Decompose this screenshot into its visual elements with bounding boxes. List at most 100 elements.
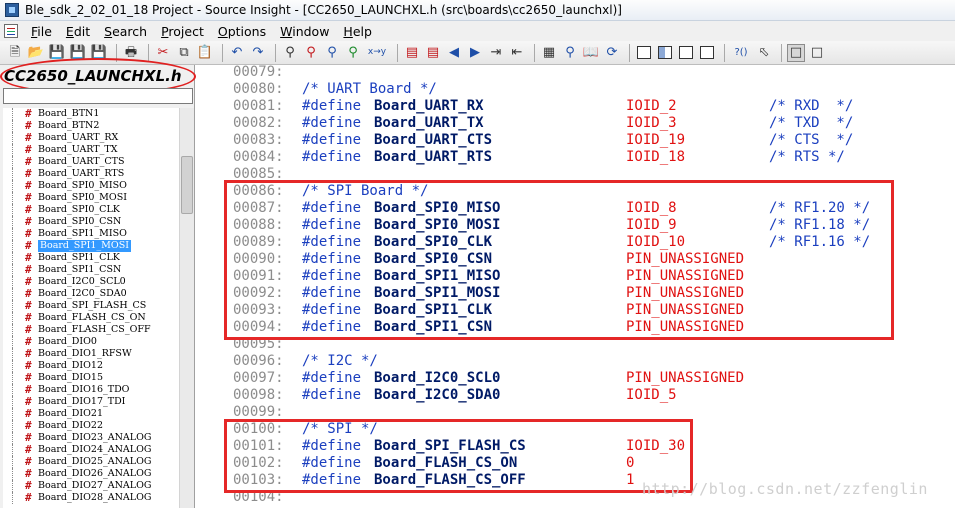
line-number: 00079: <box>233 65 284 80</box>
relation-window-icon[interactable]: ⚲ <box>561 44 579 62</box>
code-line[interactable]: 00096: /* I2C */ <box>197 353 955 370</box>
copy-icon[interactable]: ⧉ <box>175 44 193 62</box>
symbol-list-scrollbar[interactable] <box>179 108 194 508</box>
macro-name: Board_UART_RX <box>374 98 484 114</box>
lookup-references-icon[interactable]: ⚲ <box>344 44 362 62</box>
search-files-icon[interactable]: ⚲ <box>302 44 320 62</box>
symbol-label: Board_SPI0_MOSI <box>38 192 127 203</box>
undo-icon[interactable]: ↶ <box>228 44 246 62</box>
symbol-label: Board_SPI0_CLK <box>38 204 120 215</box>
symbol-label: Board_SPI0_CSN <box>38 216 122 227</box>
back-icon[interactable]: ◀ <box>445 44 463 62</box>
macro-value: IOID_5 <box>626 387 677 403</box>
scrollbar-thumb[interactable] <box>181 156 193 214</box>
symbol-label: Board_BTN1 <box>38 108 100 119</box>
symbol-search-input[interactable] <box>3 88 193 104</box>
cursor-icon[interactable]: ⬁ <box>755 44 773 62</box>
line-number: 00083: <box>233 132 284 148</box>
toggle-panel-icon[interactable]: □ <box>808 44 826 62</box>
macro-value: IOID_3 <box>626 115 677 131</box>
tree-guide-line <box>12 432 13 444</box>
toolbar-separator <box>397 43 398 62</box>
tree-guide-line <box>12 384 13 396</box>
code-line[interactable]: 00081: #define Board_UART_RX IOID_2 /* RXD *… <box>197 98 955 115</box>
symbol-label: Board_DIO22 <box>38 420 103 431</box>
macro-value: IOID_18 <box>626 149 686 165</box>
tree-guide-line <box>12 180 13 192</box>
source-insight-app-icon[interactable] <box>5 3 19 17</box>
search-project-icon[interactable]: ⚲ <box>323 44 341 62</box>
search-icon[interactable]: ⚲ <box>281 44 299 62</box>
code-comment: /* I2C */ <box>302 353 378 369</box>
menu-item-window[interactable]: Window <box>273 24 336 39</box>
jump-list-icon[interactable]: ▤ <box>424 44 442 62</box>
tree-guide-line <box>12 120 13 132</box>
symbol-label: Board_I2C0_SCL0 <box>38 276 126 287</box>
redo-icon[interactable]: ↷ <box>249 44 267 62</box>
tree-guide-line <box>12 252 13 264</box>
code-line[interactable]: 00097: #define Board_I2C0_SCL0 PIN_UNASSIGN… <box>197 370 955 387</box>
symbol-label: Board_DIO26_ANALOG <box>38 468 152 479</box>
layout-icon[interactable] <box>656 44 674 62</box>
forward-icon[interactable]: ▶ <box>466 44 484 62</box>
macro-value: PIN_UNASSIGNED <box>626 370 745 386</box>
menu-bar: File Edit Search Project Options Window Help <box>0 21 955 41</box>
replace-icon[interactable]: x→y <box>365 44 389 62</box>
tree-guide-line <box>12 204 13 216</box>
line-number: 00080: <box>233 81 284 97</box>
context-window-icon[interactable]: 📖 <box>582 44 600 62</box>
code-line[interactable]: 00098: #define Board_I2C0_SDA0 IOID_5 <box>197 387 955 404</box>
code-line[interactable]: 00084: #define Board_UART_RTS IOID_18 /* RTS… <box>197 149 955 166</box>
project-window-icon[interactable] <box>635 44 653 62</box>
open-folder-icon[interactable]: 📂 <box>27 44 45 62</box>
define-keyword: #define <box>302 370 362 386</box>
tree-guide-line <box>12 156 13 168</box>
menu-item-search[interactable]: Search <box>97 24 154 39</box>
toolbar-separator <box>222 43 223 62</box>
symbol-label: Board_DIO17_TDI <box>38 396 126 407</box>
code-line[interactable]: 00080: /* UART Board */ <box>197 81 955 98</box>
symbol-label: Board_SPI1_CLK <box>38 252 120 263</box>
menu-item-edit[interactable]: Edit <box>59 24 97 39</box>
code-line[interactable]: 00083: #define Board_UART_CTS IOID_19 /* CTS… <box>197 132 955 149</box>
define-symbol-icon: # <box>25 491 32 504</box>
toolbar-separator <box>781 43 782 62</box>
menu-item-help[interactable]: Help <box>336 24 379 39</box>
symbol-label: Board_SPI1_CSN <box>38 264 122 275</box>
cut-icon[interactable]: ✂ <box>154 44 172 62</box>
tree-guide-line <box>12 348 13 360</box>
sync-icon[interactable]: ⟳ <box>603 44 621 62</box>
tree-guide-line <box>12 324 13 336</box>
tree-guide-line <box>12 336 13 348</box>
jump-bookmark-icon[interactable]: ▤ <box>403 44 421 62</box>
symbol-label: Board_SPI0_MISO <box>38 180 127 191</box>
toolbar-separator <box>534 43 535 62</box>
tile-icon[interactable] <box>698 44 716 62</box>
symbol-label: Board_UART_TX <box>38 144 118 155</box>
spi-board-highlight-box <box>224 180 894 340</box>
symbol-list-item[interactable]: # Board_DIO28_ANALOG <box>3 492 179 504</box>
symbol-window-icon[interactable]: ▦ <box>540 44 558 62</box>
code-editor[interactable]: 00104: 00103: #define Board_FLASH_CS_OFF 1 00… <box>197 65 955 508</box>
symbol-label: Board_DIO21 <box>38 408 103 419</box>
code-line[interactable]: 00079: <box>197 65 955 81</box>
paste-icon[interactable]: 📋 <box>196 44 214 62</box>
menu-item-project[interactable]: Project <box>154 24 211 39</box>
previous-link-icon[interactable]: ⇤ <box>508 44 526 62</box>
split-window-icon[interactable] <box>677 44 695 62</box>
symbol-label: Board_UART_CTS <box>38 156 125 167</box>
symbol-label: Board_I2C0_SDA0 <box>38 288 127 299</box>
document-menu-icon[interactable] <box>4 24 18 38</box>
new-file-icon[interactable]: 🗎 <box>6 44 24 62</box>
symbol-label: Board_FLASH_CS_ON <box>38 312 146 323</box>
code-line[interactable]: 00082: #define Board_UART_TX IOID_3 /* TXD *… <box>197 115 955 132</box>
menu-item-options[interactable]: Options <box>211 24 273 39</box>
line-number: 00097: <box>233 370 284 386</box>
menu-item-file[interactable]: File <box>24 24 59 39</box>
help-icon[interactable]: ?() <box>730 44 752 62</box>
define-keyword: #define <box>302 132 362 148</box>
tree-guide-line <box>12 288 13 300</box>
code-comment: /* TXD */ <box>769 115 854 131</box>
next-link-icon[interactable]: ⇥ <box>487 44 505 62</box>
toggle-view-icon[interactable]: □ <box>787 43 805 62</box>
